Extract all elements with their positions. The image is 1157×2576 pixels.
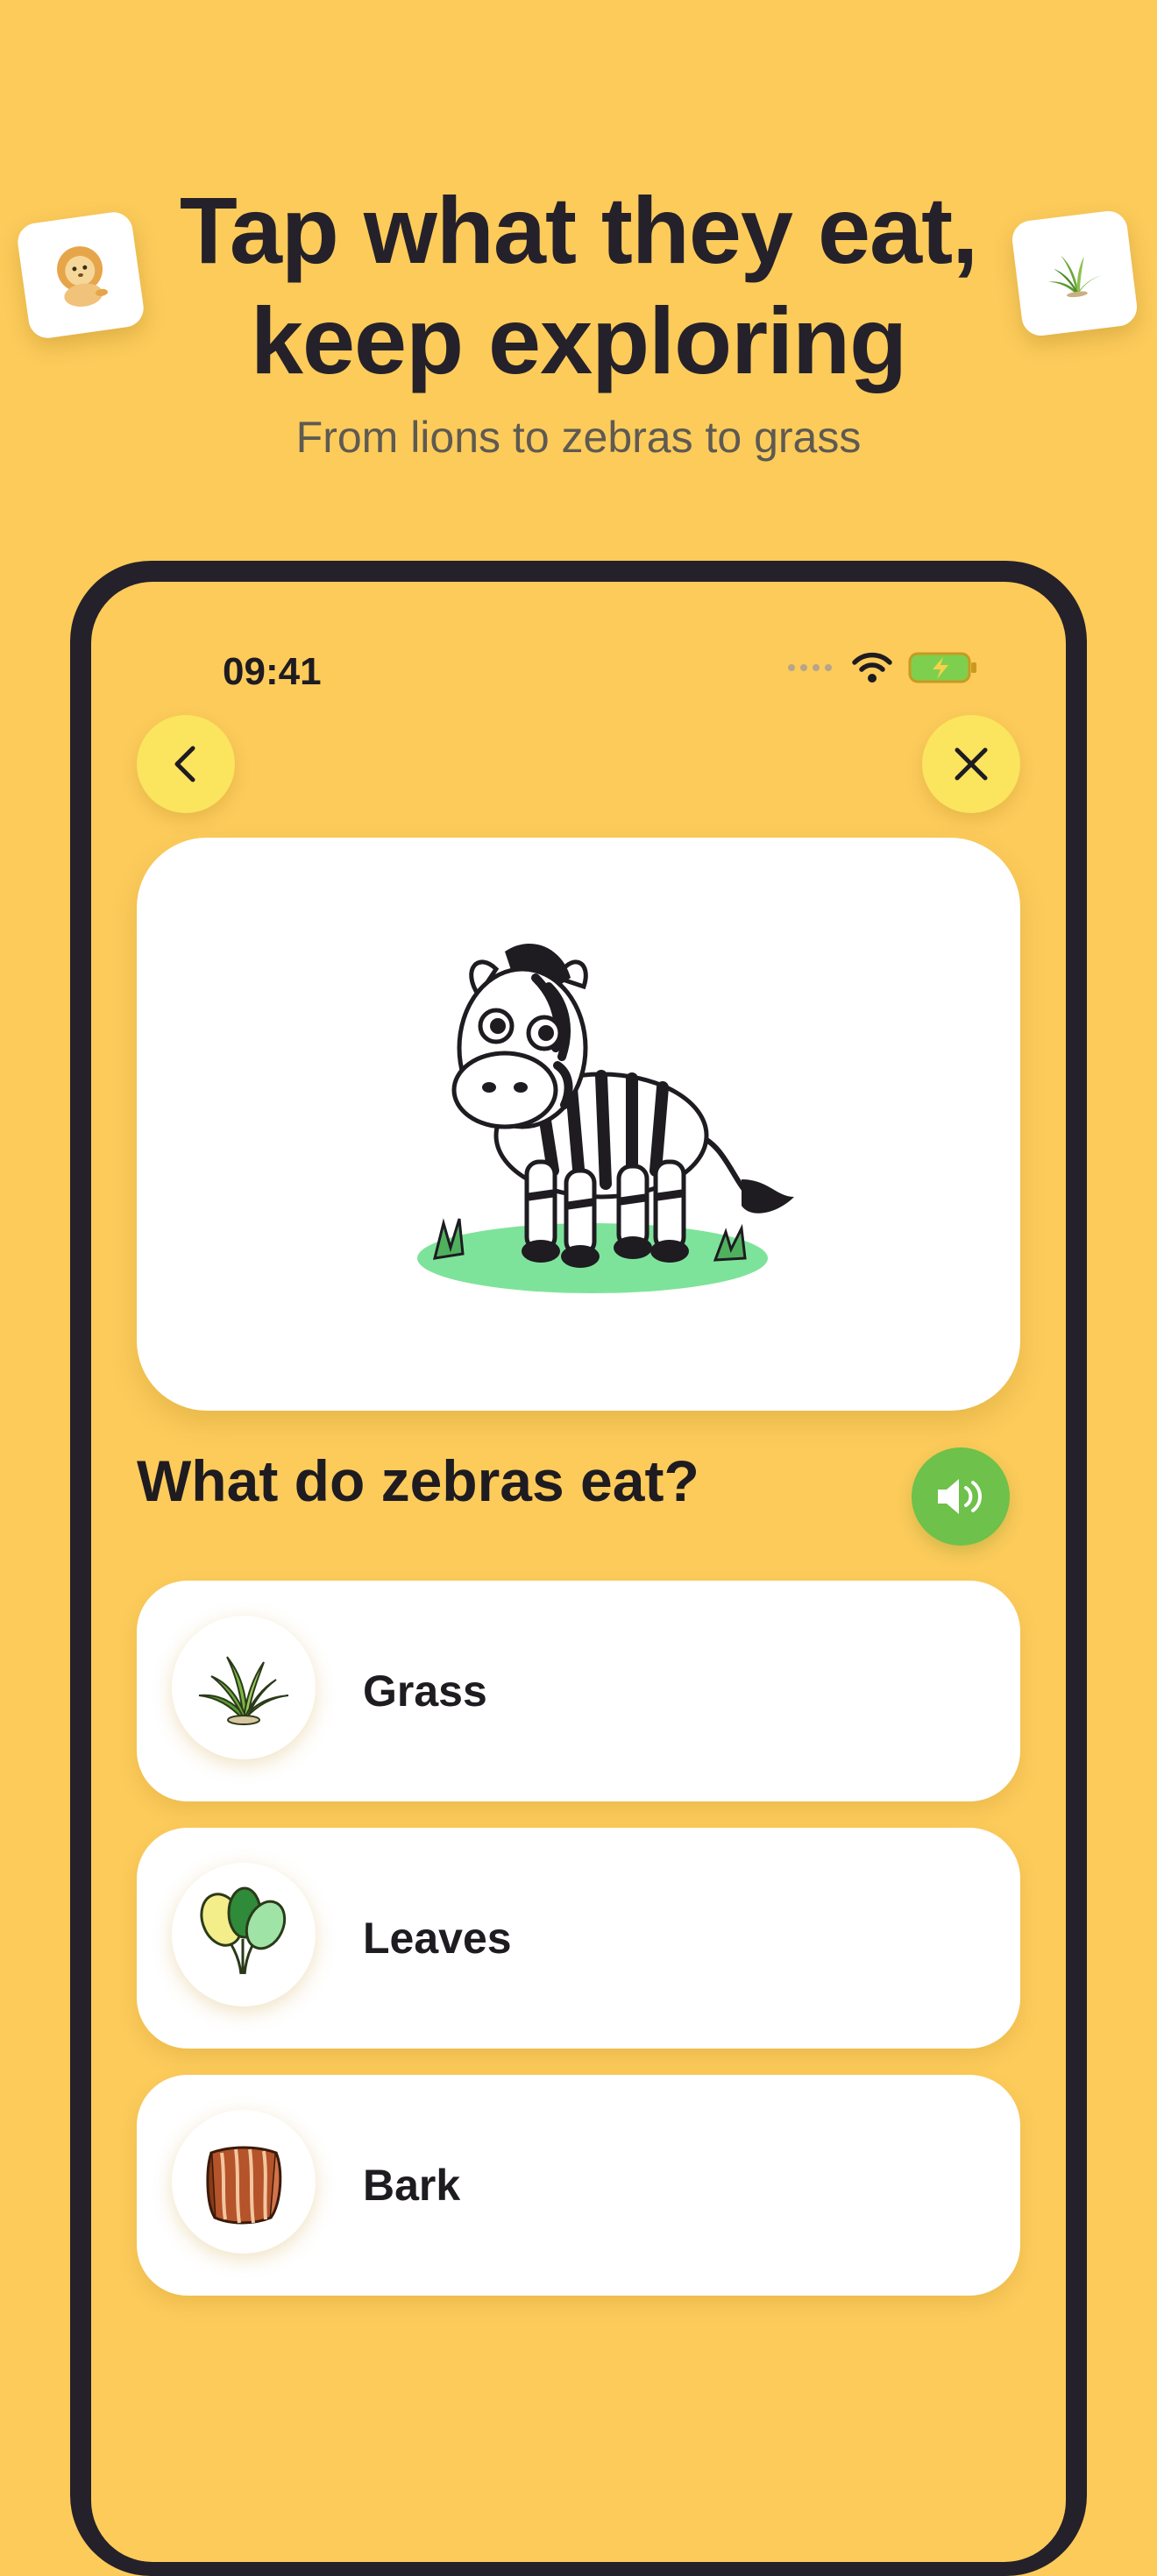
option-label: Leaves: [363, 1914, 512, 1963]
answer-option-leaves[interactable]: Leaves: [137, 1828, 1020, 2049]
promo-headline: Tap what they eat, keep exploring: [0, 175, 1157, 396]
lion-sticker: [15, 209, 146, 341]
grass-sticker: [1010, 209, 1139, 338]
question-text: What do zebras eat?: [137, 1448, 699, 1513]
promo-headline-line2: keep exploring: [250, 287, 907, 393]
grass-icon: [198, 1656, 289, 1725]
grass-icon: [1047, 255, 1103, 298]
option-label: Bark: [363, 2161, 461, 2210]
wifi-icon: [852, 652, 892, 683]
option-thumbnail: [172, 2110, 316, 2254]
option-thumbnail: [172, 1616, 316, 1759]
lion-icon: [57, 246, 108, 308]
leaves-icon: [200, 1886, 287, 1975]
option-thumbnail: [172, 1863, 316, 2006]
battery-charging-icon: [908, 652, 976, 683]
phone-screen: 09:41 What do zebras eat? Grass Leaves B…: [91, 582, 1066, 2562]
phone-frame: 09:41 What do zebras eat? Grass Leaves B…: [70, 561, 1087, 2576]
promo-headline-line1: Tap what they eat,: [179, 177, 978, 283]
speaker-icon: [938, 1479, 982, 1514]
close-icon: [955, 747, 988, 781]
chevron-left-icon: [174, 746, 195, 782]
signal-dots-icon: [788, 664, 832, 671]
bark-icon: [206, 2146, 282, 2225]
animal-image-card: [137, 838, 1020, 1411]
answer-option-grass[interactable]: Grass: [137, 1581, 1020, 1801]
option-label: Grass: [363, 1667, 487, 1716]
answer-option-bark[interactable]: Bark: [137, 2075, 1020, 2296]
close-button[interactable]: [922, 715, 1020, 813]
play-sound-button[interactable]: [912, 1447, 1010, 1546]
status-time: 09:41: [223, 650, 322, 693]
zebra-illustration: [417, 944, 794, 1293]
back-button[interactable]: [137, 715, 235, 813]
promo-subtitle: From lions to zebras to grass: [295, 413, 862, 462]
status-icons: [787, 652, 978, 683]
